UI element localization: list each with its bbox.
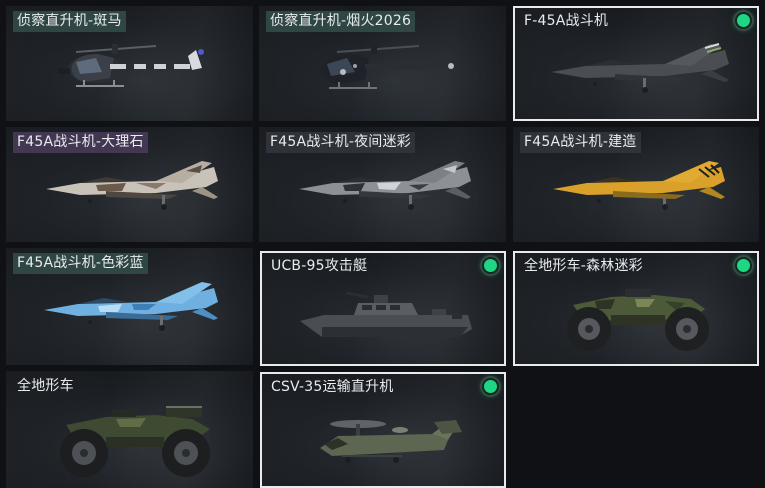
vehicle-card-atv-forest-camo[interactable]: 全地形车-森林迷彩: [513, 251, 759, 366]
vehicle-card-f45a-construction[interactable]: F45A战斗机-建造: [513, 127, 759, 242]
f45a-marble-image: [46, 161, 218, 210]
vehicle-grid: 侦察直升机-斑马 侦察直升机-烟火2026 F-45A战斗机 F45A战斗机-大…: [0, 0, 765, 488]
vehicle-card-ucb95-attack-boat[interactable]: UCB-95攻击艇: [260, 251, 506, 366]
scout-helicopter-zebra-image: [58, 44, 204, 87]
vehicle-card-f45a[interactable]: F-45A战斗机: [513, 6, 759, 121]
ucb95-attack-boat-image: [300, 291, 472, 337]
vehicle-card-scout-heli-fireworks[interactable]: 侦察直升机-烟火2026: [259, 6, 506, 121]
vehicle-card-f45a-color-blue[interactable]: F45A战斗机-色彩蓝: [6, 248, 253, 365]
f45a-color-blue-image: [44, 282, 218, 331]
csv35-transport-heli-image: [320, 420, 462, 463]
vehicle-card-f45a-marble[interactable]: F45A战斗机-大理石: [6, 127, 253, 242]
atv-image: [60, 406, 210, 477]
vehicle-card-f45a-night-camo[interactable]: F45A战斗机-夜间迷彩: [259, 127, 506, 242]
atv-forest-camo-image: [567, 289, 709, 351]
vehicle-card-csv35-transport-heli[interactable]: CSV-35运输直升机: [260, 372, 506, 488]
vehicle-card-atv[interactable]: 全地形车: [6, 371, 253, 488]
f45a-construction-image: [553, 161, 725, 210]
f45a-night-camo-image: [299, 161, 471, 210]
f45a-fighter-image: [551, 43, 729, 93]
vehicle-card-scout-heli-zebra[interactable]: 侦察直升机-斑马: [6, 6, 253, 121]
scout-helicopter-fireworks-image: [320, 44, 455, 89]
